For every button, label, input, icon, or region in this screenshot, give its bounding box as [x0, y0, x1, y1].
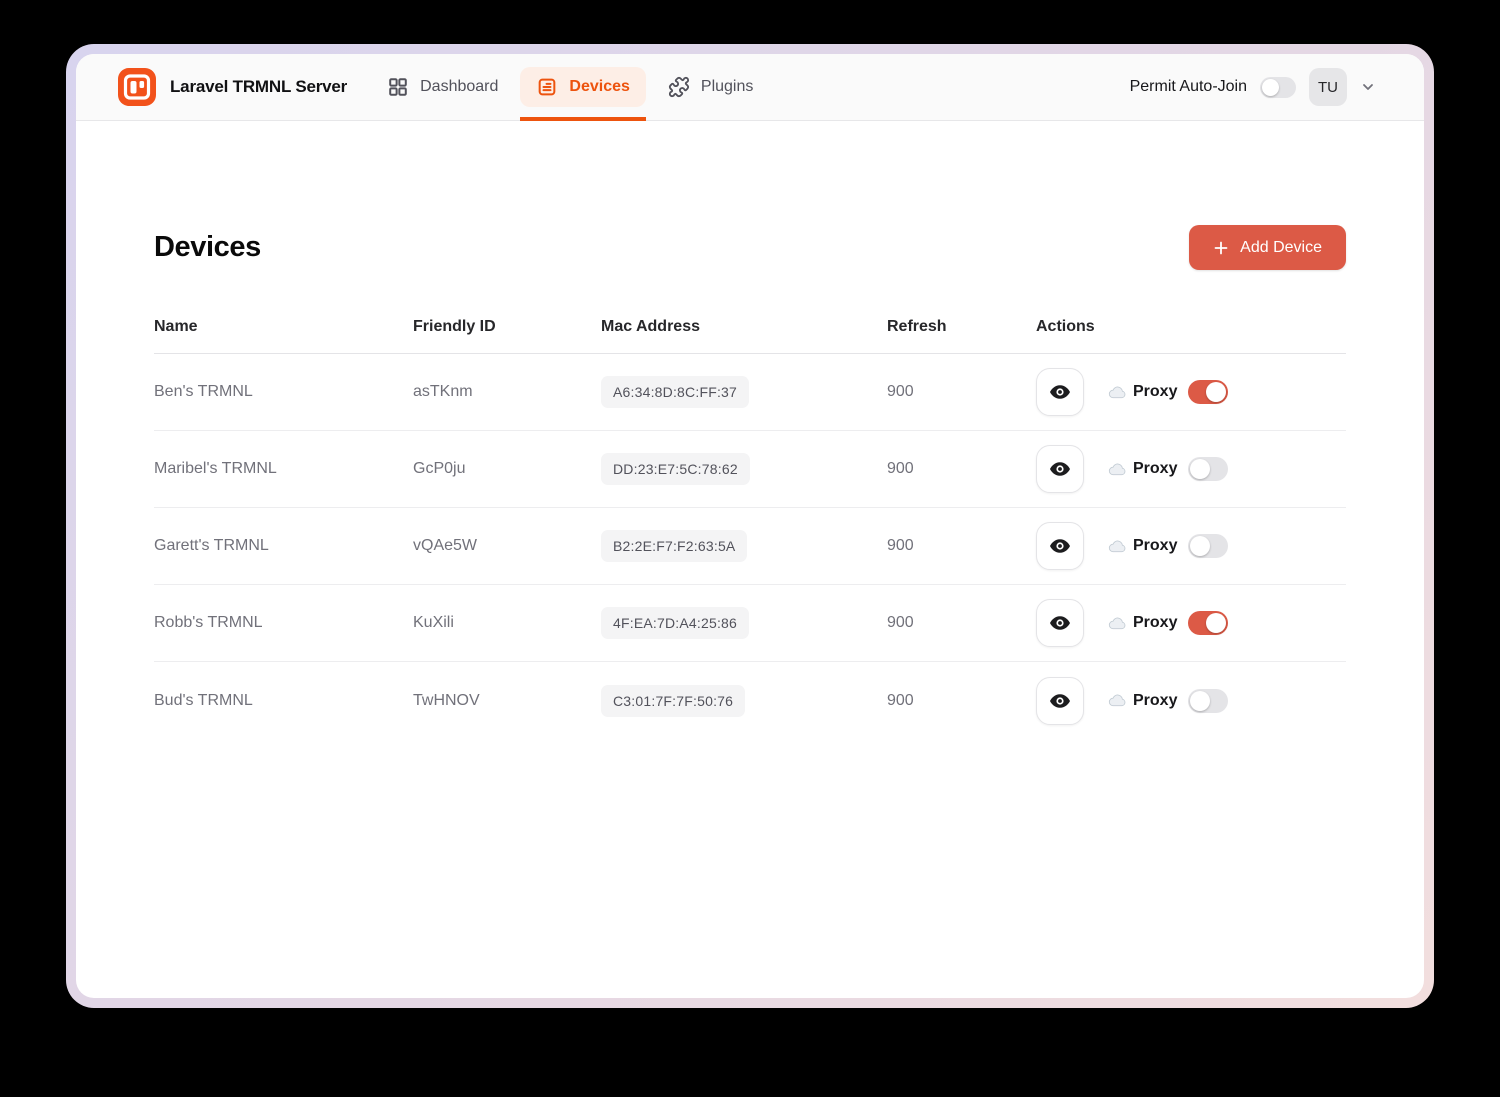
- mac-address-badge: C3:01:7F:7F:50:76: [601, 685, 745, 717]
- devices-table: Name Friendly ID Mac Address Refresh Act…: [154, 318, 1346, 739]
- proxy-group: Proxy: [1108, 457, 1228, 481]
- row-actions: Proxy: [1036, 368, 1346, 416]
- chevron-down-icon[interactable]: [1360, 79, 1376, 95]
- table-row: Bud's TRMNL TwHNOV C3:01:7F:7F:50:76 900: [154, 662, 1346, 739]
- main-nav: Dashboard Devices: [371, 54, 769, 120]
- tab-label: Plugins: [701, 78, 753, 96]
- eye-icon: [1048, 689, 1072, 713]
- page-content: Devices Add Device Name Friendly ID Mac …: [76, 121, 1424, 998]
- row-actions: Proxy: [1036, 445, 1346, 493]
- device-name: Ben's TRMNL: [154, 383, 413, 401]
- proxy-group: Proxy: [1108, 689, 1228, 713]
- column-header-refresh: Refresh: [887, 318, 1036, 336]
- device-list-icon: [536, 76, 558, 98]
- brand: Laravel TRMNL Server: [118, 68, 347, 106]
- proxy-label: Proxy: [1133, 383, 1177, 401]
- column-header-actions: Actions: [1036, 318, 1346, 336]
- proxy-toggle[interactable]: [1188, 611, 1228, 635]
- device-name: Robb's TRMNL: [154, 614, 413, 632]
- proxy-label: Proxy: [1133, 460, 1177, 478]
- tab-devices[interactable]: Devices: [520, 54, 646, 120]
- table-row: Maribel's TRMNL GcP0ju DD:23:E7:5C:78:62…: [154, 431, 1346, 508]
- puzzle-icon: [668, 76, 690, 98]
- proxy-group: Proxy: [1108, 611, 1228, 635]
- add-device-label: Add Device: [1240, 239, 1322, 257]
- plus-icon: [1213, 240, 1229, 256]
- permit-auto-join-toggle[interactable]: [1260, 77, 1296, 98]
- proxy-toggle[interactable]: [1188, 689, 1228, 713]
- permit-auto-join-label: Permit Auto-Join: [1130, 78, 1247, 96]
- column-header-friendly-id: Friendly ID: [413, 318, 601, 336]
- proxy-label: Proxy: [1133, 614, 1177, 632]
- column-header-name: Name: [154, 318, 413, 336]
- device-name: Bud's TRMNL: [154, 692, 413, 710]
- mac-address-badge: DD:23:E7:5C:78:62: [601, 453, 750, 485]
- window-frame: Laravel TRMNL Server Dashboar: [66, 44, 1434, 1008]
- eye-icon: [1048, 611, 1072, 635]
- row-actions: Proxy: [1036, 677, 1346, 725]
- proxy-label: Proxy: [1133, 692, 1177, 710]
- row-actions: Proxy: [1036, 599, 1346, 647]
- device-refresh: 900: [887, 692, 1036, 710]
- table-row: Garett's TRMNL vQAe5W B2:2E:F7:F2:63:5A …: [154, 508, 1346, 585]
- page-title: Devices: [154, 231, 261, 264]
- cloud-icon: [1108, 537, 1127, 556]
- table-header-row: Name Friendly ID Mac Address Refresh Act…: [154, 318, 1346, 354]
- view-device-button[interactable]: [1036, 368, 1084, 416]
- cloud-icon: [1108, 383, 1127, 402]
- device-friendly-id: TwHNOV: [413, 692, 601, 710]
- proxy-label: Proxy: [1133, 537, 1177, 555]
- tab-label: Dashboard: [420, 78, 498, 96]
- device-refresh: 900: [887, 614, 1036, 632]
- row-actions: Proxy: [1036, 522, 1346, 570]
- header-right: Permit Auto-Join TU: [1130, 68, 1376, 106]
- cloud-icon: [1108, 614, 1127, 633]
- device-refresh: 900: [887, 537, 1036, 555]
- mac-address-badge: A6:34:8D:8C:FF:37: [601, 376, 749, 408]
- view-device-button[interactable]: [1036, 677, 1084, 725]
- device-friendly-id: GcP0ju: [413, 460, 601, 478]
- tab-dashboard[interactable]: Dashboard: [371, 54, 514, 120]
- table-row: Ben's TRMNL asTKnm A6:34:8D:8C:FF:37 900: [154, 354, 1346, 431]
- proxy-group: Proxy: [1108, 380, 1228, 404]
- tab-plugins[interactable]: Plugins: [652, 54, 769, 120]
- app-window: Laravel TRMNL Server Dashboar: [76, 54, 1424, 998]
- device-name: Garett's TRMNL: [154, 537, 413, 555]
- device-refresh: 900: [887, 383, 1036, 401]
- device-friendly-id: vQAe5W: [413, 537, 601, 555]
- user-avatar[interactable]: TU: [1309, 68, 1347, 106]
- app-title: Laravel TRMNL Server: [170, 77, 347, 97]
- proxy-group: Proxy: [1108, 534, 1228, 558]
- view-device-button[interactable]: [1036, 522, 1084, 570]
- mac-address-badge: 4F:EA:7D:A4:25:86: [601, 607, 749, 639]
- page-head: Devices Add Device: [154, 225, 1346, 270]
- proxy-toggle[interactable]: [1188, 457, 1228, 481]
- mac-address-badge: B2:2E:F7:F2:63:5A: [601, 530, 747, 562]
- grid-icon: [387, 76, 409, 98]
- device-friendly-id: KuXili: [413, 614, 601, 632]
- cloud-icon: [1108, 691, 1127, 710]
- cloud-icon: [1108, 460, 1127, 479]
- device-refresh: 900: [887, 460, 1036, 478]
- column-header-mac-address: Mac Address: [601, 318, 887, 336]
- add-device-button[interactable]: Add Device: [1189, 225, 1346, 270]
- view-device-button[interactable]: [1036, 599, 1084, 647]
- device-friendly-id: asTKnm: [413, 383, 601, 401]
- eye-icon: [1048, 457, 1072, 481]
- eye-icon: [1048, 380, 1072, 404]
- proxy-toggle[interactable]: [1188, 534, 1228, 558]
- table-row: Robb's TRMNL KuXili 4F:EA:7D:A4:25:86 90…: [154, 585, 1346, 662]
- trmnl-logo-icon: [118, 68, 156, 106]
- eye-icon: [1048, 534, 1072, 558]
- app-header: Laravel TRMNL Server Dashboar: [76, 54, 1424, 121]
- device-name: Maribel's TRMNL: [154, 460, 413, 478]
- view-device-button[interactable]: [1036, 445, 1084, 493]
- proxy-toggle[interactable]: [1188, 380, 1228, 404]
- tab-label: Devices: [569, 78, 630, 96]
